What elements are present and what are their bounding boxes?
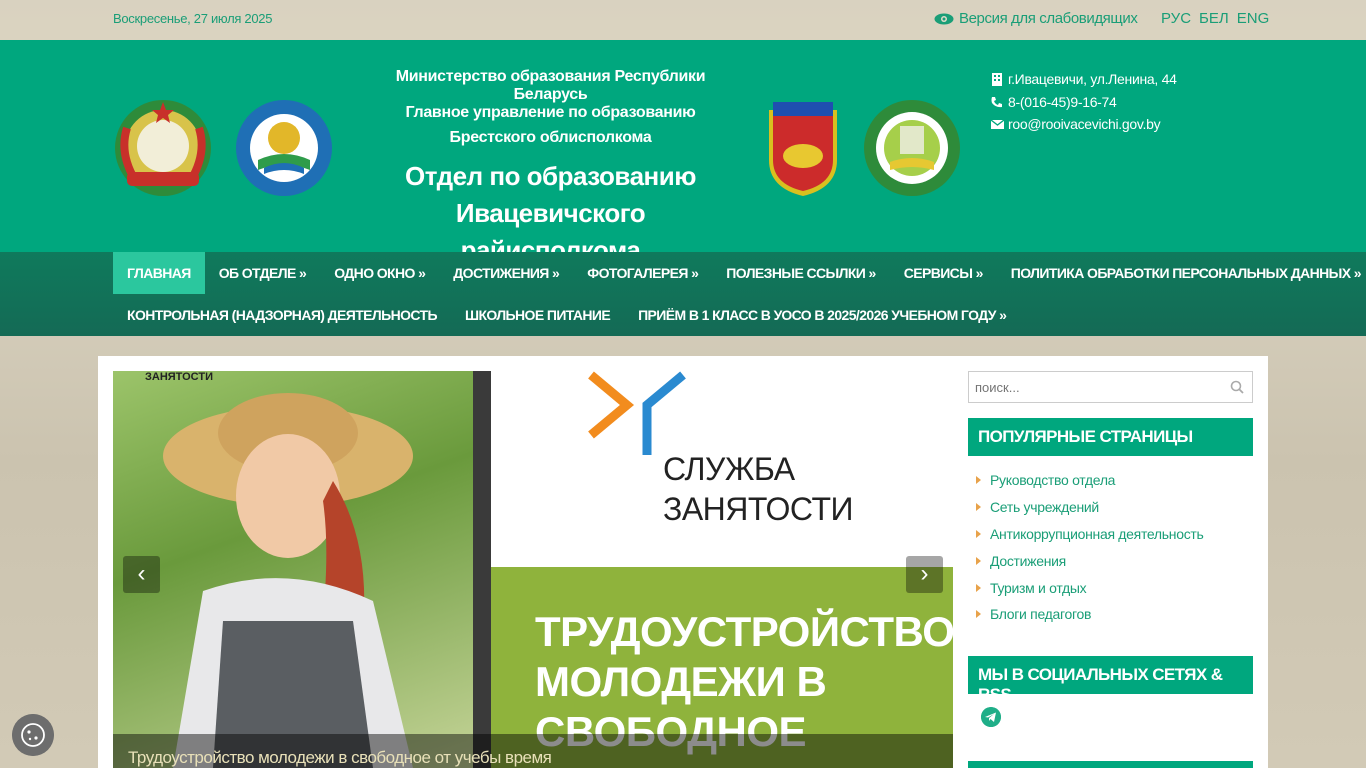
popular-link[interactable]: Туризм и отдых (990, 580, 1087, 596)
address-text: г.Ивацевичи, ул.Ленина, 44 (1008, 71, 1177, 88)
bullet-icon (976, 529, 981, 538)
ministry-emblem-icon[interactable] (234, 98, 334, 198)
contact-info: г.Ивацевичи, ул.Ленина, 44 8-(016-45)9-1… (990, 68, 1177, 136)
low-vision-link[interactable]: Версия для слабовидящих (934, 10, 1138, 27)
nav-item-about[interactable]: ОБ ОТДЕЛЕ » (205, 252, 320, 294)
list-item[interactable]: Сеть учреждений (976, 494, 1204, 521)
popular-link[interactable]: Руководство отдела (990, 472, 1115, 488)
nav-item-services[interactable]: СЕРВИСЫ » (890, 252, 997, 294)
slide-top-label: ЗАНЯТОСТИ (145, 371, 213, 383)
list-item[interactable]: Антикоррупционная деятельность (976, 521, 1204, 548)
social-title: МЫ В СОЦИАЛЬНЫХ СЕТЯХ & RSS (968, 656, 1253, 704)
header-ministry: Министерство образования Республики Бела… (395, 68, 706, 103)
telegram-icon[interactable] (981, 707, 1001, 727)
list-item[interactable]: Руководство отдела (976, 467, 1204, 494)
list-item[interactable]: Достижения (976, 547, 1204, 574)
popular-pages-title: ПОПУЛЯРНЫЕ СТРАНИЦЫ (968, 418, 1253, 456)
bullet-icon (976, 503, 981, 512)
bullet-icon (976, 583, 981, 592)
bullet-icon (976, 610, 981, 619)
slide-caption[interactable]: Трудоустройство молодежи в свободное от … (113, 734, 953, 768)
nav-item-gallery[interactable]: ФОТОГАЛЕРЕЯ » (573, 252, 712, 294)
main-nav: ГЛАВНАЯ ОБ ОТДЕЛЕ » ОДНО ОКНО » ДОСТИЖЕН… (0, 252, 1366, 336)
low-vision-label: Версия для слабовидящих (959, 10, 1138, 27)
nav-item-admission[interactable]: ПРИЁМ В 1 КЛАСС В УОСО В 2025/2026 УЧЕБН… (624, 294, 1020, 336)
slide-logo-text: СЛУЖБА ЗАНЯТОСТИ (663, 451, 853, 527)
language-switcher: РУС БЕЛ ENG (1161, 10, 1269, 27)
nav-item-school-food[interactable]: ШКОЛЬНОЕ ПИТАНИЕ (451, 294, 624, 336)
nav-item-privacy[interactable]: ПОЛИТИКА ОБРАБОТКИ ПЕРСОНАЛЬНЫХ ДАННЫХ » (997, 252, 1366, 294)
contact-phone: 8-(016-45)9-16-74 (990, 91, 1177, 114)
slider-prev-button[interactable]: ‹ (123, 556, 160, 593)
nav-item-one-window[interactable]: ОДНО ОКНО » (320, 252, 439, 294)
nav-item-achievements[interactable]: ДОСТИЖЕНИЯ » (439, 252, 573, 294)
popular-link[interactable]: Антикоррупционная деятельность (990, 526, 1204, 542)
next-widget-title (968, 761, 1253, 768)
young-woman-gardening-image (163, 393, 413, 768)
slide-divider (473, 371, 491, 768)
popular-link[interactable]: Сеть учреждений (990, 499, 1099, 515)
phone-text[interactable]: 8-(016-45)9-16-74 (1008, 94, 1117, 110)
site-header: Министерство образования Республики Бела… (0, 40, 1366, 265)
envelope-icon (990, 119, 1004, 130)
nav-row-2: КОНТРОЛЬНАЯ (НАДЗОРНАЯ) ДЕЯТЕЛЬНОСТЬ ШКО… (113, 294, 1020, 336)
header-department: Главное управление по образованию Брестс… (405, 104, 696, 146)
lang-en[interactable]: ENG (1237, 10, 1270, 27)
belarus-emblem-icon[interactable] (113, 98, 213, 198)
district-education-logo-icon[interactable] (862, 98, 962, 198)
bullet-icon (976, 556, 981, 565)
popular-pages-list: Руководство отдела Сеть учреждений Антик… (976, 467, 1204, 628)
search-icon[interactable] (1230, 380, 1244, 394)
lang-by[interactable]: БЕЛ (1199, 10, 1229, 27)
nav-item-home[interactable]: ГЛАВНАЯ (113, 252, 205, 294)
news-slider[interactable]: ЗАНЯТОСТИ СЛУЖБА ЗАНЯТОСТИ ТРУДОУСТРОЙСТ… (113, 371, 953, 768)
slide-photo (113, 371, 491, 768)
slider-next-button[interactable]: › (906, 556, 943, 593)
bullet-icon (976, 476, 981, 485)
list-item[interactable]: Блоги педагогов (976, 601, 1204, 628)
main-content: ЗАНЯТОСТИ СЛУЖБА ЗАНЯТОСТИ ТРУДОУСТРОЙСТ… (98, 356, 1268, 768)
cookie-settings-icon[interactable] (12, 714, 54, 756)
eye-icon (934, 13, 954, 24)
top-bar: Воскресенье, 27 июля 2025 Версия для сла… (0, 0, 1366, 40)
popular-link[interactable]: Блоги педагогов (990, 606, 1091, 622)
search-box (968, 371, 1253, 403)
nav-item-links[interactable]: ПОЛЕЗНЫЕ ССЫЛКИ » (712, 252, 889, 294)
search-input[interactable] (969, 372, 1209, 402)
current-date: Воскресенье, 27 июля 2025 (113, 11, 273, 26)
email-text[interactable]: roo@rooivacevichi.gov.by (1008, 116, 1161, 132)
contact-address: г.Ивацевичи, ул.Ленина, 44 (990, 68, 1177, 91)
building-icon (992, 73, 1002, 87)
list-item[interactable]: Туризм и отдых (976, 574, 1204, 601)
nav-item-control[interactable]: КОНТРОЛЬНАЯ (НАДЗОРНАЯ) ДЕЯТЕЛЬНОСТЬ (113, 294, 451, 336)
ivacevichi-coat-of-arms-icon[interactable] (767, 100, 839, 198)
phone-icon (991, 96, 1002, 107)
contact-email: roo@rooivacevichi.gov.by (990, 113, 1177, 136)
nav-row-1: ГЛАВНАЯ ОБ ОТДЕЛЕ » ОДНО ОКНО » ДОСТИЖЕН… (113, 252, 1366, 294)
lang-ru[interactable]: РУС (1161, 10, 1191, 27)
popular-link[interactable]: Достижения (990, 553, 1066, 569)
